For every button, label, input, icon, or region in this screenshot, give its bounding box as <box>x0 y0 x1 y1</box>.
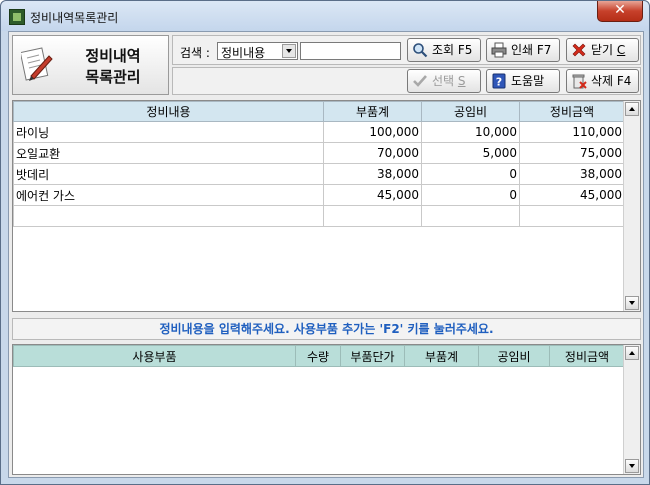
query-button-label: 조회 F5 <box>432 43 473 57</box>
help-button-label: 도움말 <box>511 74 545 88</box>
cell-total[interactable]: 110,000 <box>519 121 625 143</box>
cell-total[interactable]: 75,000 <box>519 142 625 164</box>
cell-parts-total[interactable]: 70,000 <box>323 142 422 164</box>
column-header-part[interactable]: 사용부품 <box>13 345 296 367</box>
query-button[interactable]: 조회 F5 <box>407 38 481 62</box>
search-input[interactable] <box>300 42 401 60</box>
select-button[interactable]: 선택 S <box>407 69 481 93</box>
trash-icon <box>572 74 587 89</box>
print-button[interactable]: 인쇄 F7 <box>486 38 560 62</box>
column-header-total[interactable]: 정비금액 <box>549 345 625 367</box>
column-header-labor[interactable]: 공임비 <box>421 101 520 122</box>
cell-labor[interactable]: 0 <box>421 163 520 185</box>
hint-message: 정비내용을 입력해주세요. 사용부품 추가는 'F2' 키를 눌러주세요. <box>12 318 641 340</box>
select-button-label: 선택 <box>432 74 458 88</box>
column-header-parts-total[interactable]: 부품계 <box>404 345 479 367</box>
table-row[interactable]: 라이닝 100,000 10,000 110,000 <box>13 121 625 143</box>
column-header-quantity[interactable]: 수량 <box>295 345 341 367</box>
cell-total[interactable]: 45,000 <box>519 184 625 206</box>
maintenance-table: 정비내용 부품계 공임비 정비금액 라이닝 100,000 10,000 110… <box>13 101 625 227</box>
column-header-description[interactable]: 정비내용 <box>13 101 324 122</box>
scroll-down-button[interactable] <box>625 296 639 310</box>
column-header-labor[interactable]: 공임비 <box>478 345 550 367</box>
select-button-shortcut: S <box>457 74 466 88</box>
delete-button-label: 삭제 F4 <box>591 74 632 88</box>
check-icon <box>413 75 427 87</box>
search-field-value: 정비내용 <box>221 46 266 60</box>
red-x-icon <box>572 43 586 57</box>
svg-text:?: ? <box>496 76 502 89</box>
search-toolbar: 검색 : 정비내용 조회 F5 인쇄 F7 닫기 C <box>172 35 641 65</box>
cell-description[interactable] <box>13 205 324 227</box>
table-row[interactable]: 밧데리 38,000 0 38,000 <box>13 163 625 185</box>
page-title-line1: 정비내역 <box>85 47 141 65</box>
cell-description[interactable]: 밧데리 <box>13 163 324 185</box>
cell-description[interactable]: 에어컨 가스 <box>13 184 324 206</box>
client-area: 정비내역 목록관리 검색 : 정비내용 조회 F5 인쇄 F7 닫기 C 선택 … <box>8 31 644 478</box>
window-title: 정비내역목록관리 <box>30 11 119 25</box>
document-pen-icon <box>21 47 53 81</box>
table-row-empty[interactable] <box>13 205 625 227</box>
action-toolbar: 선택 S ? 도움말 삭제 F4 <box>172 67 641 95</box>
print-button-label: 인쇄 F7 <box>511 43 552 57</box>
close-button-label: 닫기 <box>591 43 617 57</box>
maintenance-scrollbar[interactable] <box>623 101 640 311</box>
header-panel: 정비내역 목록관리 <box>12 35 169 95</box>
cell-total[interactable]: 38,000 <box>519 163 625 185</box>
maintenance-grid[interactable]: 정비내용 부품계 공임비 정비금액 라이닝 100,000 10,000 110… <box>12 100 641 312</box>
scroll-up-button[interactable] <box>625 346 639 360</box>
table-row[interactable]: 오일교환 70,000 5,000 75,000 <box>13 142 625 164</box>
help-button[interactable]: ? 도움말 <box>486 69 560 93</box>
search-field-select[interactable]: 정비내용 <box>217 42 298 60</box>
cell-description[interactable]: 오일교환 <box>13 142 324 164</box>
column-header-parts-total[interactable]: 부품계 <box>323 101 422 122</box>
close-button-shortcut: C <box>616 43 626 57</box>
cell-labor[interactable]: 5,000 <box>421 142 520 164</box>
page-title-line2: 목록관리 <box>85 68 141 86</box>
cell-labor[interactable]: 0 <box>421 184 520 206</box>
main-window: 정비내역목록관리 ✕ 정비내역 목록관리 검색 : 정비내용 조회 F5 인쇄 … <box>0 0 650 485</box>
delete-button[interactable]: 삭제 F4 <box>566 69 639 93</box>
column-header-total[interactable]: 정비금액 <box>519 101 625 122</box>
cell-labor[interactable] <box>421 205 520 227</box>
column-header-unit-price[interactable]: 부품단가 <box>340 345 405 367</box>
cell-description[interactable]: 라이닝 <box>13 121 324 143</box>
window-close-button[interactable]: ✕ <box>597 1 643 22</box>
parts-grid[interactable]: 사용부품 수량 부품단가 부품계 공임비 정비금액 <box>12 344 641 475</box>
parts-scrollbar[interactable] <box>623 345 640 474</box>
cell-labor[interactable]: 10,000 <box>421 121 520 143</box>
page-title: 정비내역 목록관리 <box>63 46 163 88</box>
chevron-down-icon[interactable] <box>282 44 296 58</box>
cell-parts-total[interactable]: 100,000 <box>323 121 422 143</box>
magnifier-icon <box>413 43 428 58</box>
scroll-down-button[interactable] <box>625 459 639 473</box>
cell-parts-total[interactable]: 45,000 <box>323 184 422 206</box>
title-bar[interactable]: 정비내역목록관리 ✕ <box>1 1 649 31</box>
parts-table: 사용부품 수량 부품단가 부품계 공임비 정비금액 <box>13 345 625 367</box>
scroll-up-button[interactable] <box>625 102 639 116</box>
cell-parts-total[interactable]: 38,000 <box>323 163 422 185</box>
cell-parts-total[interactable] <box>323 205 422 227</box>
help-icon: ? <box>492 73 506 89</box>
app-icon <box>9 9 25 25</box>
table-row[interactable]: 에어컨 가스 45,000 0 45,000 <box>13 184 625 206</box>
search-label: 검색 : <box>180 46 210 60</box>
printer-icon <box>491 42 507 58</box>
close-button[interactable]: 닫기 C <box>566 38 639 62</box>
cell-total[interactable] <box>519 205 625 227</box>
